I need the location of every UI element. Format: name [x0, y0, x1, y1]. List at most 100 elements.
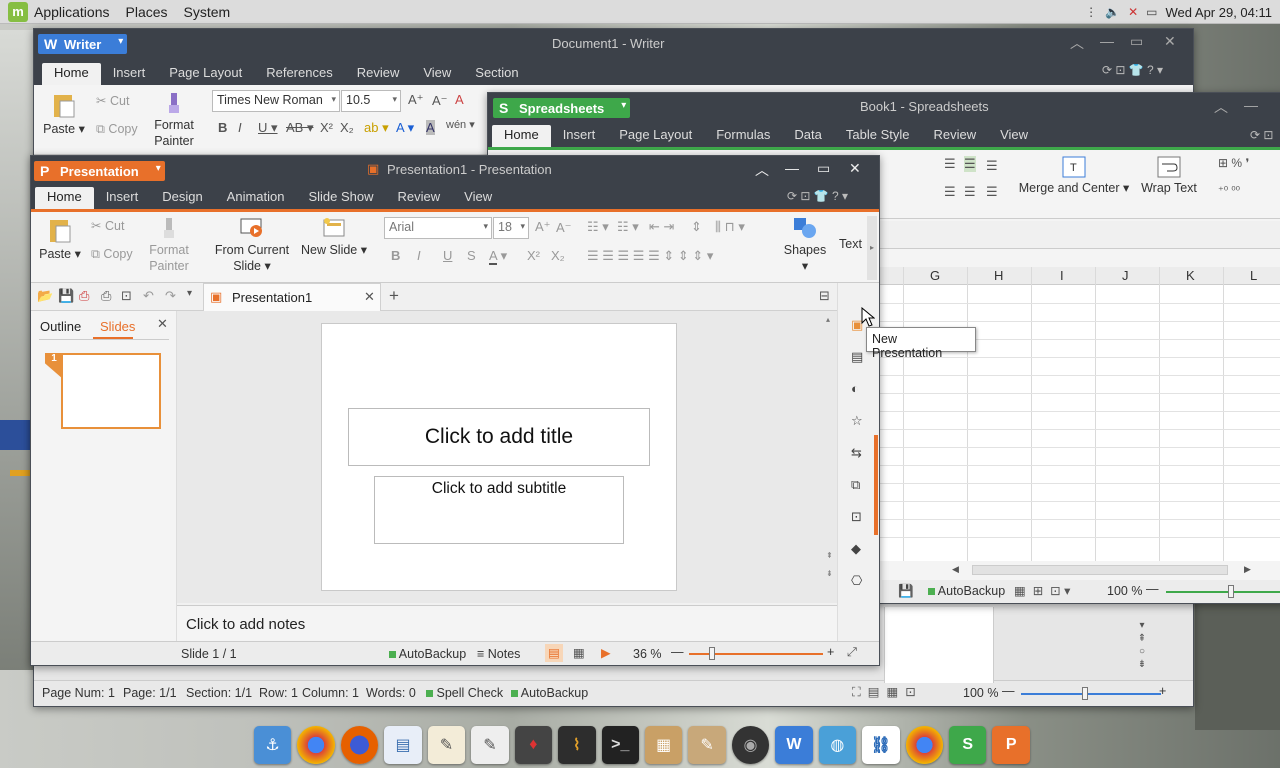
shapes-pane-icon[interactable]: ◆	[851, 541, 861, 557]
collapse-icon[interactable]: ︿	[1214, 97, 1228, 117]
text-box-button[interactable]: Text	[839, 236, 869, 252]
collapse-icon[interactable]: ︿	[1070, 33, 1084, 53]
column-header[interactable]: I	[1060, 268, 1064, 283]
dock-text-editor-icon[interactable]: ✎	[427, 726, 466, 764]
ribbon-scroll-right-icon[interactable]: ▸	[867, 216, 877, 280]
dock-notepad-icon[interactable]: ✎	[471, 726, 509, 764]
dock-terminal-icon[interactable]: >_	[601, 726, 639, 764]
tab-data[interactable]: Data	[782, 125, 833, 147]
volume-icon[interactable]: 🔈	[1105, 5, 1120, 19]
print-preview-icon[interactable]: ⊡	[121, 288, 132, 304]
redo-icon[interactable]: ↷	[165, 288, 176, 304]
customize-qat-icon[interactable]: ▾	[187, 288, 192, 299]
close-icon[interactable]: ✕	[1164, 33, 1176, 50]
shapes-button[interactable]: Shapes ▾	[779, 216, 831, 274]
dock-chrome-icon[interactable]	[297, 726, 335, 764]
highlight-icon[interactable]: ab ▾	[364, 120, 389, 136]
print-icon[interactable]: ⎙	[101, 288, 111, 304]
tab-view[interactable]: View	[411, 63, 463, 85]
slide-thumbnail[interactable]	[61, 353, 161, 429]
writer-zoom-slider[interactable]	[1021, 693, 1161, 695]
dock-wps-writer-icon[interactable]: W	[775, 726, 813, 764]
tab-outline[interactable]: Outline	[40, 319, 81, 334]
presentation-app-button[interactable]: P Presentation ▾	[34, 161, 165, 181]
numbering-icon[interactable]: ☷ ▾	[617, 219, 639, 235]
italic-icon[interactable]: I	[238, 120, 242, 135]
network-disconnected-icon[interactable]: ✕	[1128, 5, 1138, 19]
view-mode-icons[interactable]: ⛶ ▤ ▦ ⊡	[852, 684, 916, 700]
font-color-icon[interactable]: A ▾	[396, 120, 414, 136]
autobackup-toggle[interactable]: AutoBackup	[511, 686, 588, 700]
zoom-in-icon[interactable]: +	[1159, 684, 1166, 698]
tab-design[interactable]: Design	[150, 187, 214, 209]
dock-teamviewer-icon[interactable]: ⛓	[862, 726, 900, 764]
superscript-icon[interactable]: X²	[527, 248, 540, 263]
clear-format-icon[interactable]: A	[455, 92, 464, 107]
ribbon-toolbar-icons[interactable]: ⟳ ⊡ 👕 ? ▾	[1102, 63, 1163, 77]
slide-transition-icon[interactable]: ⇆	[851, 445, 862, 461]
merge-center-button[interactable]: T Merge and Center ▾	[1018, 156, 1130, 196]
minimize-icon[interactable]: —	[1100, 33, 1114, 49]
indent-icons[interactable]: ⇤ ⇥	[649, 219, 674, 235]
horizontal-scrollbar[interactable]: ◀ ▶	[948, 563, 1258, 577]
superscript-icon[interactable]: X²	[320, 120, 333, 135]
tab-slides[interactable]: Slides	[100, 319, 135, 334]
cut-button[interactable]: ✂ Cut	[91, 218, 124, 234]
align-center-icon[interactable]: ☰	[964, 184, 976, 200]
tab-insert[interactable]: Insert	[101, 63, 158, 85]
subtitle-placeholder[interactable]: Click to add subtitle	[374, 476, 624, 544]
screenshot-icon[interactable]: ⎔	[851, 573, 862, 589]
menu-system[interactable]: System	[184, 4, 231, 20]
bold-icon[interactable]: B	[391, 248, 400, 263]
title-placeholder[interactable]: Click to add title	[348, 408, 650, 466]
backup-icon[interactable]: ⧉	[851, 477, 860, 493]
shadow-icon[interactable]: S	[467, 248, 476, 263]
spell-check-toggle[interactable]: Spell Check	[426, 686, 503, 700]
save-icon[interactable]: 💾	[58, 288, 74, 304]
tab-formulas[interactable]: Formulas	[704, 125, 782, 147]
tab-table-style[interactable]: Table Style	[834, 125, 922, 147]
ribbon-toolbar-icons[interactable]: ⟳ ⊡ 👕 ? ▾	[787, 189, 848, 203]
from-current-slide-button[interactable]: From Current Slide ▾	[209, 216, 295, 274]
vertical-scrollbar[interactable]: ▴ ⇞ ⇟	[823, 311, 837, 603]
dock-system-monitor-icon[interactable]: ⌇	[558, 726, 596, 764]
export-pdf-icon[interactable]: ⎙	[79, 288, 89, 304]
strikethrough-icon[interactable]: AB ▾	[286, 120, 313, 136]
font-color-icon[interactable]: A ▾	[489, 248, 507, 265]
slideshow-icon[interactable]: ▶	[601, 645, 611, 660]
tab-section[interactable]: Section	[463, 63, 530, 85]
dock-wps-spreadsheets-icon[interactable]: S	[949, 726, 987, 764]
column-header[interactable]: H	[994, 268, 1003, 283]
ribbon-toolbar-icons[interactable]: ⟳ ⊡	[1250, 128, 1273, 142]
writer-app-button[interactable]: W Writer ▾	[38, 34, 128, 54]
dock-chrome-2-icon[interactable]	[905, 726, 943, 764]
sheet-zoom-slider[interactable]	[1166, 591, 1280, 593]
number-format-icons[interactable]: ⊞ % ❜	[1218, 156, 1249, 170]
autobackup-toggle[interactable]: AutoBackup	[389, 647, 466, 661]
paste-button[interactable]: Paste ▾	[37, 216, 83, 262]
new-slide-button[interactable]: New Slide ▾	[299, 216, 369, 258]
font-size-field[interactable]: 18 ▾	[493, 217, 529, 239]
tab-slide-show[interactable]: Slide Show	[296, 187, 385, 209]
close-icon[interactable]: ✕	[849, 160, 861, 177]
normal-view-icon[interactable]: ▤	[545, 644, 563, 662]
phonetic-guide-icon[interactable]: wén ▾	[446, 118, 475, 131]
selection-pane-icon[interactable]: ⊡	[851, 509, 862, 525]
custom-animation-icon[interactable]: ☆	[851, 413, 863, 429]
tab-insert[interactable]: Insert	[94, 187, 151, 209]
close-panel-icon[interactable]: ✕	[157, 316, 168, 332]
notes-toggle[interactable]: ≡ Notes	[477, 647, 520, 661]
align-top-icon[interactable]: ☰	[944, 156, 956, 172]
tab-references[interactable]: References	[254, 63, 344, 85]
dock-suit-icon[interactable]: ♦	[514, 726, 553, 764]
column-header[interactable]: L	[1250, 268, 1257, 283]
dock-firefox-icon[interactable]	[340, 726, 379, 764]
zoom-slider-thumb[interactable]	[1082, 687, 1088, 700]
grow-font-icon[interactable]: A⁺	[535, 219, 551, 235]
save-icon[interactable]: 💾	[898, 584, 914, 599]
tab-view[interactable]: View	[452, 187, 504, 209]
menu-places[interactable]: Places	[126, 4, 168, 20]
slide[interactable]: Click to add title Click to add subtitle	[321, 323, 677, 591]
document-tab[interactable]: ▣ Presentation1 ✕	[203, 283, 381, 311]
dock-package-installer-icon[interactable]: ✎	[688, 726, 726, 764]
